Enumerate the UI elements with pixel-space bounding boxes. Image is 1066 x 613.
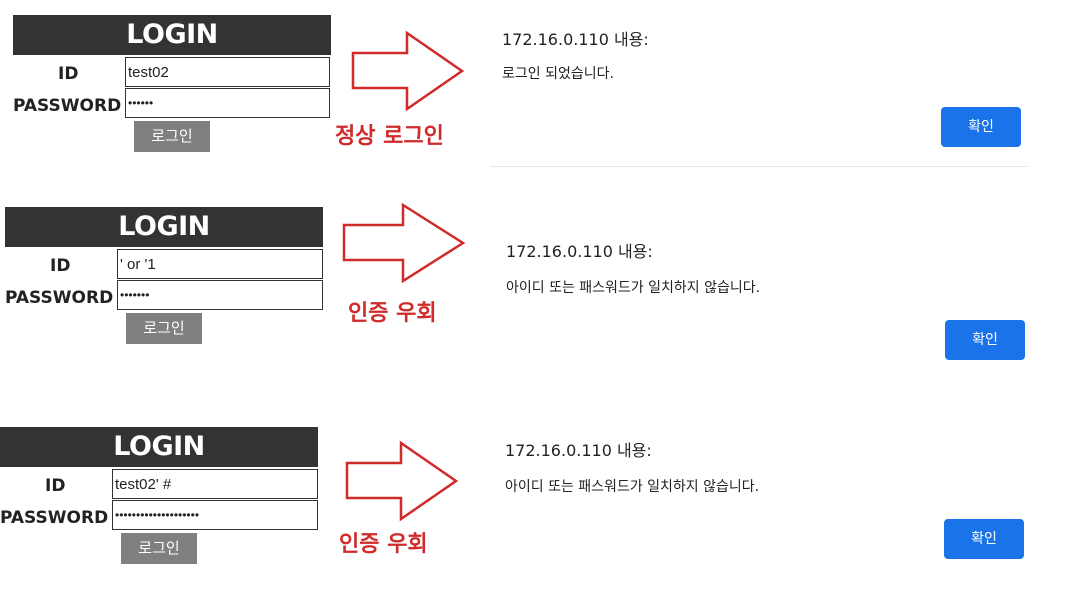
divider	[490, 166, 1028, 167]
password-input[interactable]	[125, 88, 330, 118]
password-label: PASSWORD	[5, 288, 114, 308]
result-caption: 인증 우회	[339, 532, 428, 557]
alert-message: 아이디 또는 패스워드가 일치하지 않습니다.	[506, 280, 761, 296]
result-caption: 정상 로그인	[335, 124, 444, 149]
password-label: PASSWORD	[0, 508, 109, 528]
arrow-icon	[345, 440, 459, 522]
id-input[interactable]	[125, 57, 330, 87]
ok-button[interactable]: 확인	[945, 320, 1025, 360]
ok-button[interactable]: 확인	[944, 519, 1024, 559]
id-input[interactable]	[117, 249, 323, 279]
login-button[interactable]: 로그인	[134, 121, 210, 152]
password-label: PASSWORD	[13, 96, 122, 116]
id-label: ID	[50, 256, 71, 276]
arrow-icon	[342, 202, 466, 284]
alert-message: 로그인 되었습니다.	[502, 66, 614, 82]
id-input[interactable]	[112, 469, 318, 499]
arrow-icon	[351, 30, 465, 112]
login-header: LOGIN	[0, 427, 318, 467]
id-label: ID	[58, 64, 79, 84]
alert-message: 아이디 또는 패스워드가 일치하지 않습니다.	[505, 479, 760, 495]
alert-title: 172.16.0.110 내용:	[506, 242, 653, 261]
password-input[interactable]	[112, 500, 318, 530]
id-label: ID	[45, 476, 66, 496]
alert-title: 172.16.0.110 내용:	[502, 30, 649, 49]
login-button[interactable]: 로그인	[126, 313, 202, 344]
login-header: LOGIN	[13, 15, 331, 55]
result-caption: 인증 우회	[348, 301, 437, 326]
ok-button[interactable]: 확인	[941, 107, 1021, 147]
alert-title: 172.16.0.110 내용:	[505, 441, 652, 460]
password-input[interactable]	[117, 280, 323, 310]
login-button[interactable]: 로그인	[121, 533, 197, 564]
login-header: LOGIN	[5, 207, 323, 247]
